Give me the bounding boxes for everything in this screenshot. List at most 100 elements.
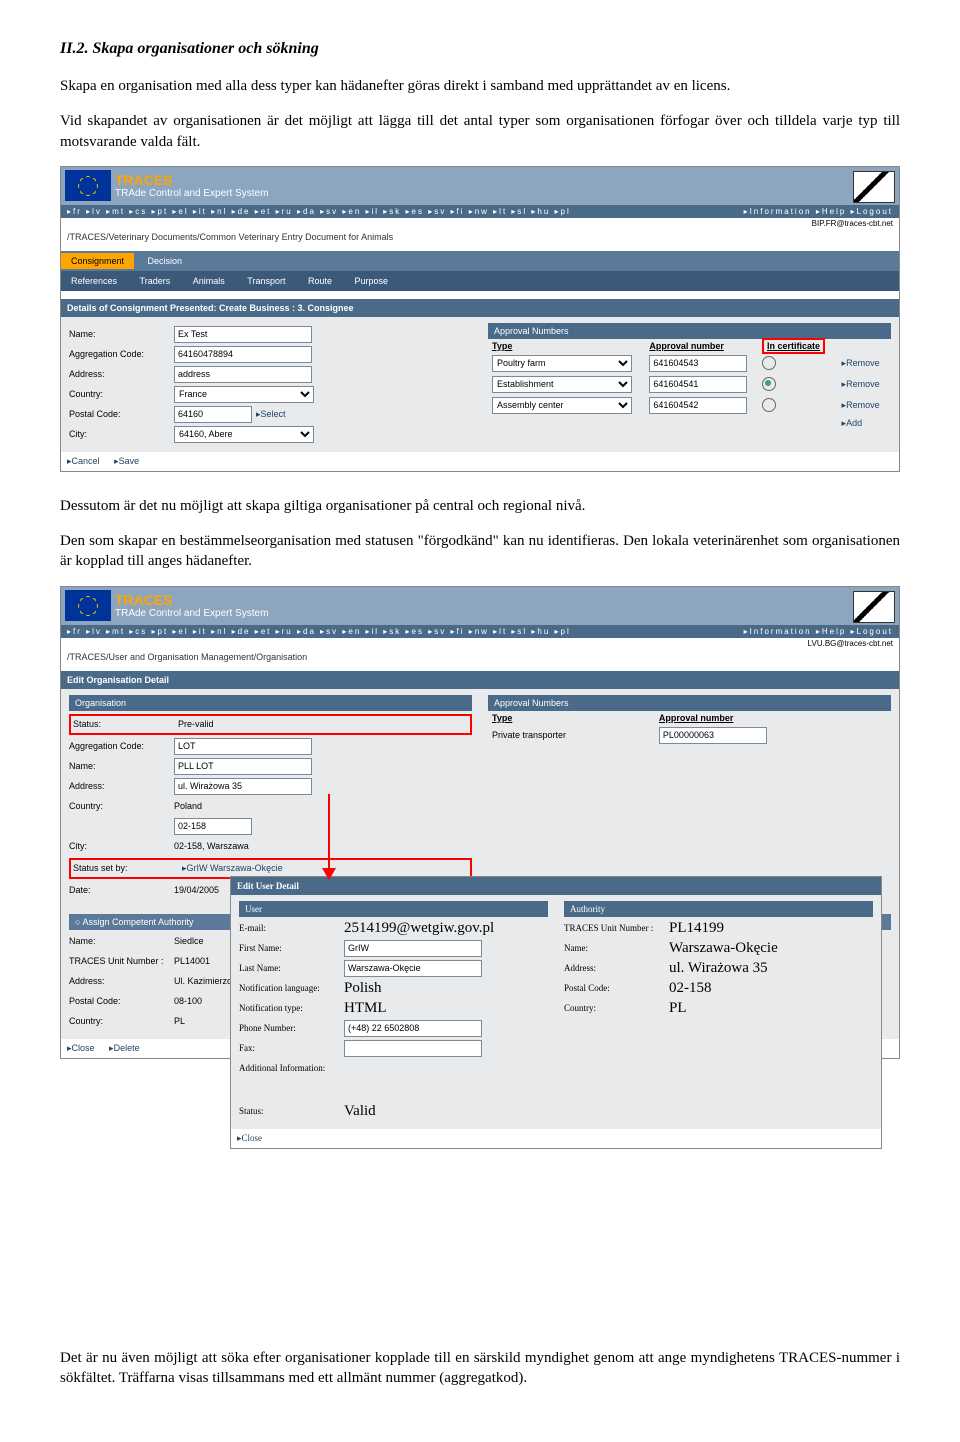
name-input[interactable] bbox=[174, 758, 312, 775]
user-email: BIP.FR@traces-cbt.net bbox=[61, 218, 899, 229]
city-label: City: bbox=[69, 429, 174, 439]
num-input[interactable] bbox=[659, 727, 767, 744]
ln-input[interactable] bbox=[344, 960, 482, 977]
a-addr-label: Address: bbox=[564, 963, 669, 973]
name-label: Name: bbox=[69, 761, 174, 771]
lang-list[interactable]: ▸fr ▸lv ▸mt ▸cs ▸pt ▸el ▸it ▸nl ▸de ▸et … bbox=[67, 207, 571, 216]
tab-decision[interactable]: Decision bbox=[138, 253, 193, 269]
table-row: Private transporter bbox=[488, 725, 891, 746]
th-type: Type bbox=[488, 339, 645, 353]
tab-consignment[interactable]: Consignment bbox=[61, 253, 134, 269]
app-subtitle: TRAde Control and Expert System bbox=[115, 608, 268, 619]
top-links[interactable]: ▸Information ▸Help ▸Logout bbox=[744, 627, 893, 636]
cert-radio[interactable] bbox=[762, 356, 776, 370]
eud-footer: ▸Close bbox=[231, 1129, 881, 1148]
add-link[interactable]: ▸Add bbox=[838, 418, 867, 428]
num-input[interactable] bbox=[649, 397, 747, 414]
aca-country-value: PL bbox=[174, 1016, 185, 1026]
agg-label: Aggregation Code: bbox=[69, 349, 174, 359]
cow-icon bbox=[853, 591, 895, 623]
nt-value: HTML bbox=[344, 1000, 387, 1017]
breadcrumb: /TRACES/User and Organisation Management… bbox=[61, 649, 899, 665]
postal-select-link[interactable]: ▸Select bbox=[252, 409, 290, 420]
country-value: Poland bbox=[174, 801, 202, 811]
num-input[interactable] bbox=[649, 355, 747, 372]
a-postal-label: Postal Code: bbox=[564, 983, 669, 993]
approval-table: TypeApproval number Private transporter bbox=[488, 711, 891, 746]
remove-link[interactable]: ▸Remove bbox=[838, 358, 884, 368]
tab-row-1: Consignment Decision bbox=[61, 251, 899, 271]
approval-section: Approval Numbers bbox=[488, 695, 891, 711]
footer-links: ▸Cancel ▸Save bbox=[61, 452, 899, 471]
user-section: User bbox=[239, 901, 548, 917]
tab-purpose[interactable]: Purpose bbox=[345, 273, 399, 289]
postal-input[interactable] bbox=[174, 818, 252, 835]
fn-input[interactable] bbox=[344, 940, 482, 957]
ai-label: Additional Information: bbox=[239, 1063, 344, 1073]
fax-input[interactable] bbox=[344, 1040, 482, 1057]
country-select[interactable]: France bbox=[174, 386, 314, 403]
name-label: Name: bbox=[69, 329, 174, 339]
cert-radio[interactable] bbox=[762, 377, 776, 391]
th-type: Type bbox=[488, 711, 655, 725]
postal-input[interactable] bbox=[174, 406, 252, 423]
remove-link[interactable]: ▸Remove bbox=[838, 379, 884, 389]
eu-flag-icon bbox=[65, 170, 111, 201]
a-name-value: Warszawa-Okęcie bbox=[669, 940, 778, 957]
aca-tun-label: TRACES Unit Number : bbox=[69, 956, 174, 966]
arrow-head-icon bbox=[322, 868, 336, 880]
a-country-value: PL bbox=[669, 1000, 687, 1017]
tab-transport[interactable]: Transport bbox=[237, 273, 295, 289]
fn-label: First Name: bbox=[239, 943, 344, 953]
type-select[interactable]: Assembly center bbox=[492, 397, 632, 414]
type-select[interactable]: Poultry farm bbox=[492, 355, 632, 372]
lang-list[interactable]: ▸fr ▸lv ▸mt ▸cs ▸pt ▸el ▸it ▸nl ▸de ▸et … bbox=[67, 627, 571, 636]
lang-bar: ▸fr ▸lv ▸mt ▸cs ▸pt ▸el ▸it ▸nl ▸de ▸et … bbox=[61, 625, 899, 638]
num-input[interactable] bbox=[649, 376, 747, 393]
delete-link[interactable]: ▸Delete bbox=[109, 1043, 140, 1053]
ustatus-label: Status: bbox=[239, 1106, 344, 1116]
tab-animals[interactable]: Animals bbox=[183, 273, 235, 289]
tab-references[interactable]: References bbox=[61, 273, 127, 289]
agg-label: Aggregation Code: bbox=[69, 741, 174, 751]
a-tun-value: PL14199 bbox=[669, 920, 724, 937]
breadcrumb: /TRACES/Veterinary Documents/Common Vete… bbox=[61, 229, 899, 245]
fax-label: Fax: bbox=[239, 1043, 344, 1053]
approval-section: Approval Numbers bbox=[488, 323, 891, 339]
setby-link[interactable]: ▸GrIW Warszawa-Okęcie bbox=[178, 863, 287, 874]
a-postal-value: 02-158 bbox=[669, 980, 712, 997]
table-row: Assembly center ▸Remove bbox=[488, 395, 891, 416]
callout-arrow bbox=[328, 794, 330, 872]
app-subtitle: TRAde Control and Expert System bbox=[115, 188, 268, 199]
detail-panel: Name: Aggregation Code: Address: Country… bbox=[61, 317, 899, 452]
remove-link[interactable]: ▸Remove bbox=[838, 400, 884, 410]
tab-traders[interactable]: Traders bbox=[130, 273, 181, 289]
type-select[interactable]: Establishment bbox=[492, 376, 632, 393]
th-num: Approval number bbox=[645, 339, 758, 353]
city-value: 02-158, Warszawa bbox=[174, 841, 249, 851]
ph-input[interactable] bbox=[344, 1020, 482, 1037]
nl-label: Notification language: bbox=[239, 983, 344, 993]
cert-radio[interactable] bbox=[762, 398, 776, 412]
aca-addr-label: Address: bbox=[69, 976, 174, 986]
eud-close-link[interactable]: ▸Close bbox=[237, 1133, 262, 1143]
agg-input[interactable] bbox=[174, 738, 312, 755]
close-link[interactable]: ▸Close bbox=[67, 1043, 95, 1053]
ln-label: Last Name: bbox=[239, 963, 344, 973]
addr-input[interactable] bbox=[174, 778, 312, 795]
doc-para-3: Dessutom är det nu möjligt att skapa gil… bbox=[60, 496, 900, 516]
save-link[interactable]: ▸Save bbox=[114, 456, 139, 466]
cancel-link[interactable]: ▸Cancel bbox=[67, 456, 100, 466]
date-value: 19/04/2005 bbox=[174, 885, 219, 895]
agg-input[interactable] bbox=[174, 346, 312, 363]
tab-route[interactable]: Route bbox=[298, 273, 342, 289]
a-country-label: Country: bbox=[564, 1003, 669, 1013]
doc-para-2: Vid skapandet av organisationen är det m… bbox=[60, 111, 900, 152]
city-select[interactable]: 64160, Abere bbox=[174, 426, 314, 443]
approval-table: Type Approval number In certificate Poul… bbox=[488, 339, 891, 431]
traces-header: TRACES TRAde Control and Expert System bbox=[61, 587, 899, 625]
name-input[interactable] bbox=[174, 326, 312, 343]
top-links[interactable]: ▸Information ▸Help ▸Logout bbox=[744, 207, 893, 216]
addr-input[interactable] bbox=[174, 366, 312, 383]
addr-label: Address: bbox=[69, 781, 174, 791]
